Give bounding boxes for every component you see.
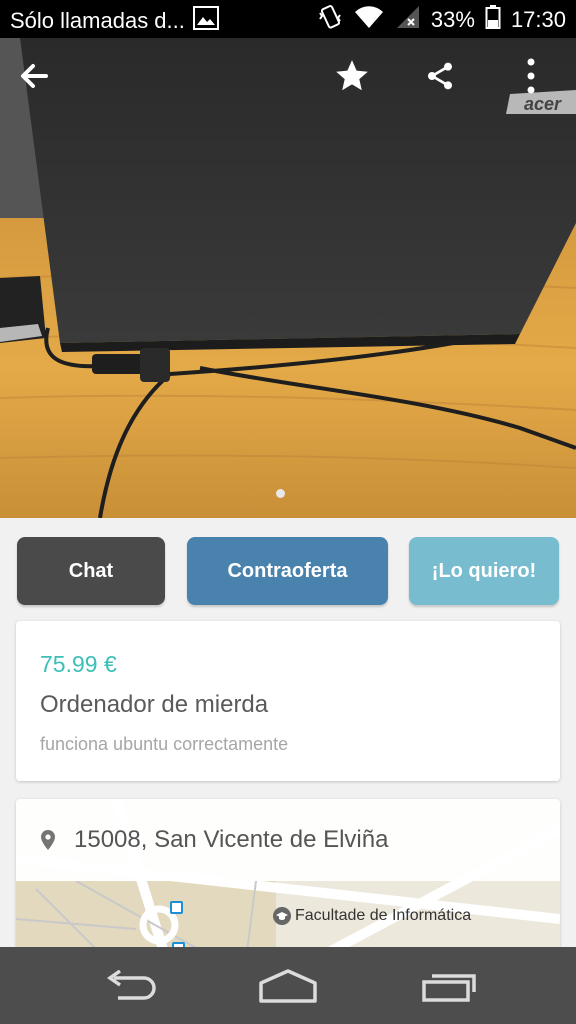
photo-toolbar — [0, 38, 576, 118]
graduation-cap-icon — [273, 907, 291, 925]
location-address: 15008, San Vicente de Elviña — [74, 826, 389, 853]
system-nav-bar — [0, 947, 576, 1024]
status-bar: Sólo llamadas d... 33% 17:30 — [0, 0, 576, 38]
product-description: funciona ubuntu correctamente — [40, 734, 289, 754]
battery-icon — [485, 4, 501, 36]
product-price: 75.99 € — [40, 651, 117, 677]
counteroffer-button[interactable]: Contraoferta — [187, 537, 388, 605]
share-icon[interactable] — [420, 56, 460, 96]
photo-page-indicator — [276, 489, 285, 498]
product-info-card: 75.99 € Ordenador de mierda funciona ubu… — [16, 621, 560, 781]
nav-home-icon[interactable] — [252, 967, 324, 1007]
chat-button[interactable]: Chat — [17, 537, 165, 605]
wifi-icon — [353, 4, 385, 36]
clock: 17:30 — [510, 7, 566, 32]
more-vert-icon[interactable] — [511, 56, 551, 96]
signal-icon — [395, 4, 421, 36]
location-row[interactable]: 15008, San Vicente de Elviña — [16, 799, 560, 881]
app-screen: Sólo llamadas d... 33% 17:30 acer Chat C… — [0, 0, 576, 1024]
nav-recents-icon[interactable] — [414, 967, 486, 1007]
buy-button[interactable]: ¡Lo quiero! — [409, 537, 559, 605]
product-title: Ordenador de mierda — [40, 691, 269, 718]
notification-text: Sólo llamadas d... — [10, 8, 185, 33]
location-pin-icon — [41, 830, 55, 850]
map-poi-label: Facultade de Informática — [295, 907, 472, 924]
back-arrow-icon[interactable] — [14, 56, 54, 96]
nav-back-icon[interactable] — [92, 967, 164, 1007]
vibrate-icon — [317, 4, 343, 36]
location-card[interactable]: Facultade de Informática 15008, San Vice… — [16, 799, 560, 959]
star-icon[interactable] — [332, 56, 372, 96]
image-icon — [192, 6, 219, 36]
bus-stop-icon — [170, 901, 183, 914]
map-poi: Facultade de Informática — [273, 907, 471, 925]
battery-percent: 33% — [430, 7, 475, 32]
